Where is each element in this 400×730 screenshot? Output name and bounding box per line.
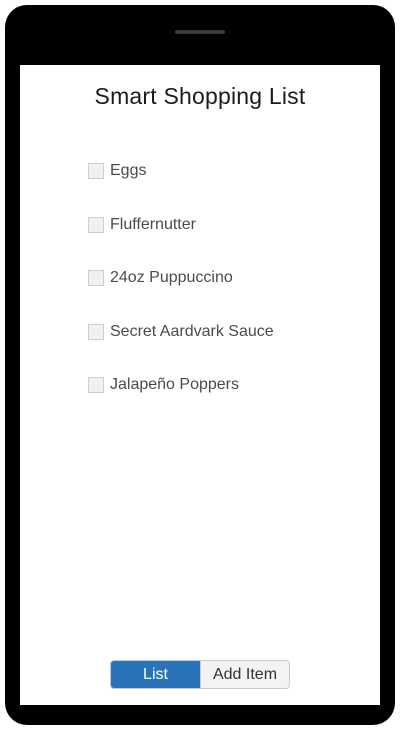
item-checkbox[interactable] (88, 270, 104, 286)
item-label: Secret Aardvark Sauce (110, 322, 274, 340)
list-item[interactable]: 24oz Puppuccino (88, 268, 274, 288)
tab-add-item[interactable]: Add Item (200, 661, 289, 688)
page-title: Smart Shopping List (94, 83, 306, 109)
tab-bar: List Add Item (110, 660, 290, 689)
item-label: Jalapeño Poppers (110, 376, 239, 393)
item-checkbox[interactable] (88, 163, 104, 179)
item-label: 24oz Puppuccino (110, 269, 233, 286)
speaker-grille (175, 30, 225, 34)
list-item[interactable]: Secret Aardvark Sauce (88, 322, 274, 342)
item-label: Eggs (110, 162, 147, 179)
shopping-list: Eggs Fluffernutter 24oz Puppuccino Secre… (88, 161, 274, 429)
list-item[interactable]: Eggs (88, 161, 274, 181)
tab-list[interactable]: List (111, 661, 200, 688)
app-screen: Smart Shopping List Eggs Fluffernutter 2… (20, 65, 380, 705)
item-checkbox[interactable] (88, 216, 104, 233)
list-item[interactable]: Fluffernutter (88, 215, 274, 235)
item-label: Fluffernutter (110, 215, 196, 233)
item-checkbox[interactable] (88, 377, 104, 393)
device-frame: Smart Shopping List Eggs Fluffernutter 2… (5, 5, 395, 725)
list-item[interactable]: Jalapeño Poppers (88, 375, 274, 395)
item-checkbox[interactable] (88, 323, 104, 340)
